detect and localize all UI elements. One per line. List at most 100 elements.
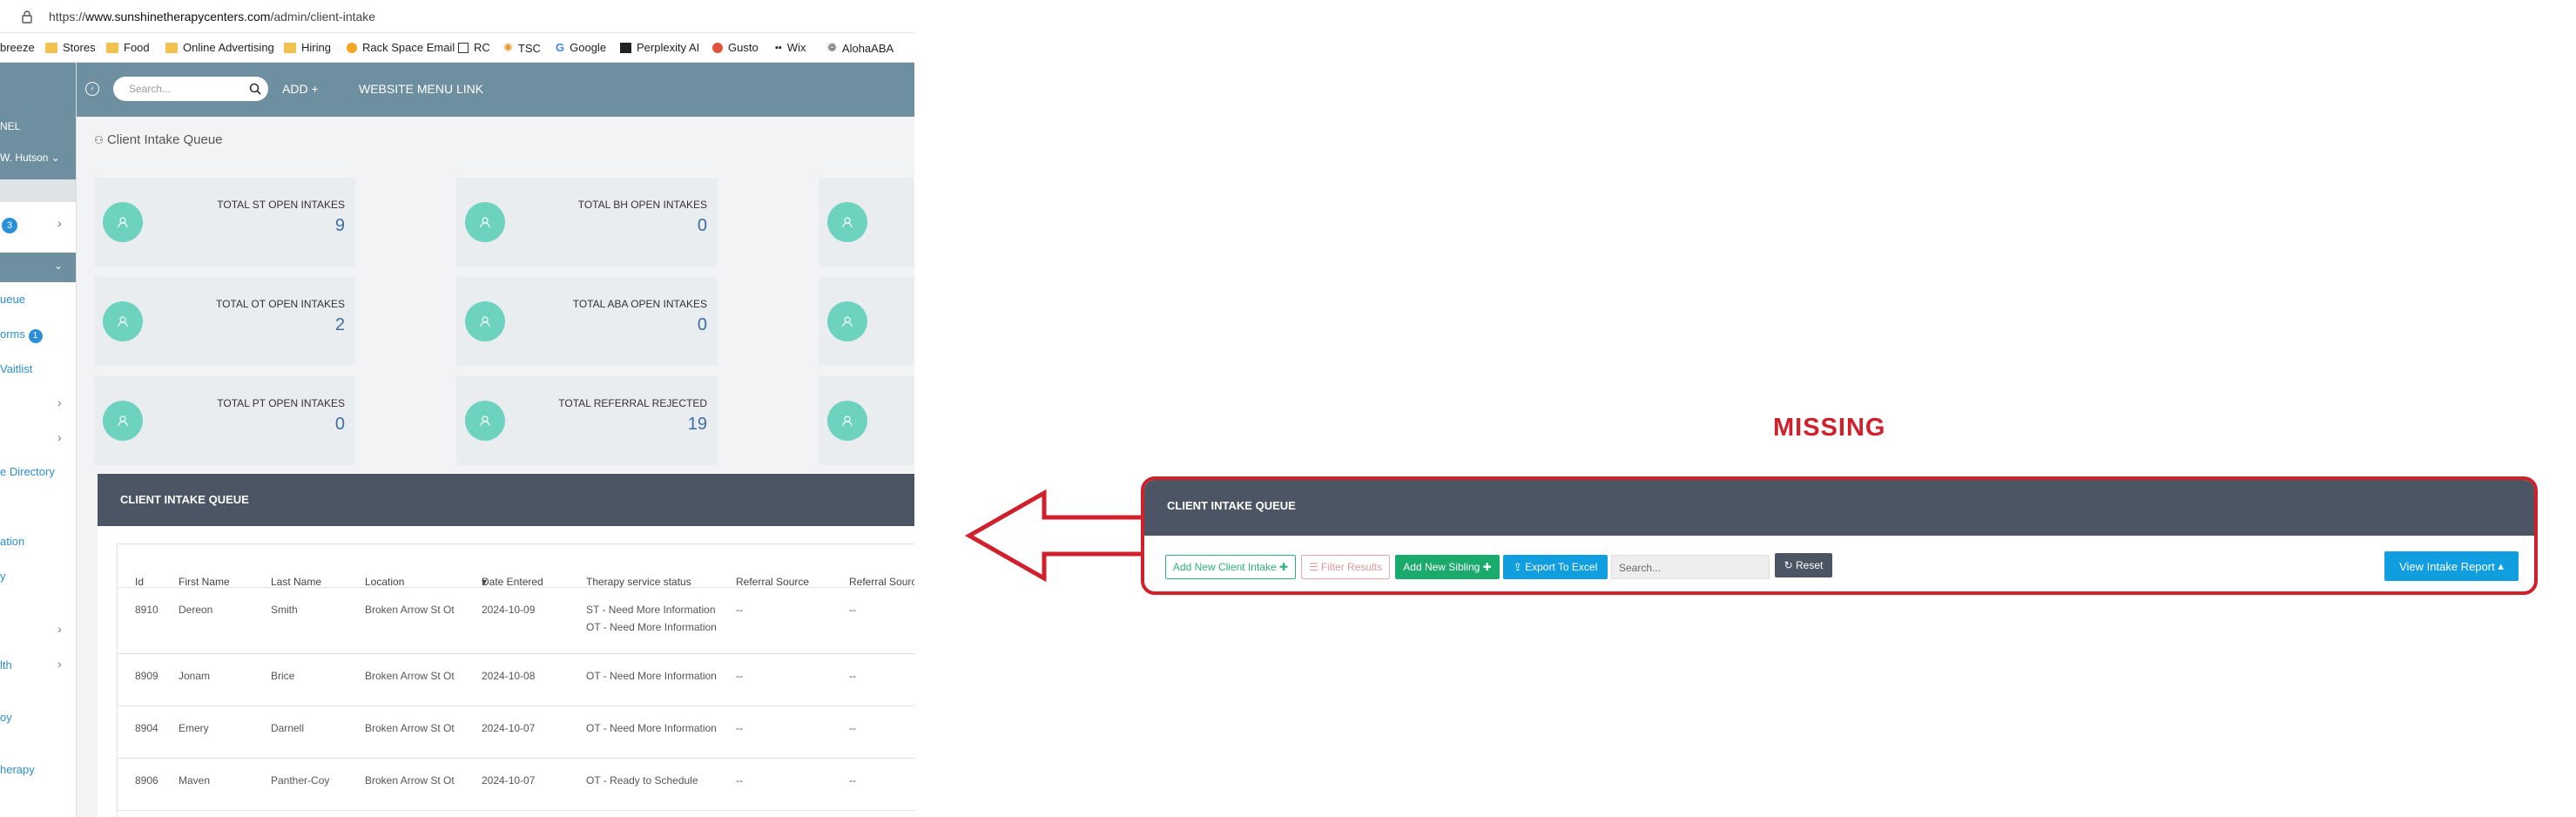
stat-card-bh: TOTAL BH OPEN INTAKES 0 <box>456 178 718 267</box>
bookmark-perplexity[interactable]: Perplexity AI <box>620 41 699 54</box>
bookmark-alohaaba[interactable]: ❁ AlohaABA <box>827 41 894 55</box>
website-menu-link[interactable]: WEBSITE MENU LINK <box>359 82 483 96</box>
search-input[interactable]: Search... <box>1611 555 1770 579</box>
stat-value: 0 <box>697 216 707 235</box>
reset-button[interactable]: ↻ Reset <box>1775 553 1832 577</box>
col-label: Referral Sourc <box>849 576 914 588</box>
browser-address-bar[interactable]: https://www.sunshinetherapycenters.com/a… <box>0 0 914 33</box>
bookmark-wix[interactable]: ▪▪ Wix <box>775 41 806 54</box>
cell-last: Brice <box>271 670 295 682</box>
cell-status-2: OT - Need More Information <box>586 621 717 633</box>
url-domain: www.sunshinetherapycenters.com <box>85 10 271 24</box>
bookmark-stores[interactable]: Stores <box>45 41 96 54</box>
user-name: W. Hutson <box>0 152 49 164</box>
bookmark-food[interactable]: Food <box>106 41 150 54</box>
plus-icon: + <box>311 82 319 96</box>
cell-referral-2: -- <box>849 774 856 787</box>
user-menu[interactable]: W. Hutson ⌄ <box>0 152 60 164</box>
queue-header: CLIENT INTAKE QUEUE <box>98 474 914 526</box>
bookmark-label: breeze <box>0 41 35 54</box>
table-row[interactable]: 8909 Jonam Brice Broken Arrow St Ot 2024… <box>118 654 914 706</box>
filter-results-button[interactable]: ☰ Filter Results <box>1301 555 1390 579</box>
cell-status: ST - Need More Information <box>586 604 716 616</box>
bookmark-rackspace[interactable]: Rack Space Email <box>347 41 455 54</box>
bookmark-rc[interactable]: RC <box>458 41 490 54</box>
user-icon <box>103 401 143 441</box>
view-intake-report-button[interactable]: View Intake Report ▴ <box>2384 551 2519 581</box>
cell-date: 2024-10-07 <box>482 722 536 734</box>
cell-date: 2024-10-07 <box>482 774 536 787</box>
queue-header-title: CLIENT INTAKE QUEUE <box>120 493 249 506</box>
sidebar-item-health[interactable]: lth › <box>0 657 76 672</box>
cell-first: Emery <box>179 722 209 734</box>
col-label: Therapy service status <box>586 576 691 588</box>
sidebar-item-oy[interactable]: oy <box>0 711 12 724</box>
sidebar-item-therapy[interactable]: herapy <box>0 763 35 776</box>
caret-up-icon: ▴ <box>2498 559 2504 572</box>
stat-card-partial <box>819 277 914 366</box>
sidebar-item-ation[interactable]: ation <box>0 535 24 548</box>
sidebar-item-directory[interactable]: e Directory <box>0 465 55 478</box>
arrow-left-icon <box>964 489 1169 583</box>
chevron-right-icon[interactable]: › <box>57 622 62 636</box>
bookmark-label: Rack Space Email <box>362 41 455 54</box>
button-label: Export To Excel <box>1525 561 1598 573</box>
sidebar-item-intake-queue[interactable]: ueue <box>0 293 25 306</box>
collapse-icon[interactable]: ‹ <box>85 82 99 96</box>
cell-id: 8910 <box>135 604 158 616</box>
queue-header: CLIENT INTAKE QUEUE <box>1144 480 2534 536</box>
table-row[interactable]: 8910 Dereon Smith Broken Arrow St Ot 202… <box>118 588 914 654</box>
sidebar-section-active[interactable]: ⌄ <box>0 253 76 282</box>
sidebar-item-y[interactable]: y <box>0 570 6 583</box>
bookmark-online-advertising[interactable]: Online Advertising <box>165 41 274 54</box>
sidebar-item-forms[interactable]: orms 1 <box>0 327 43 343</box>
missing-label: MISSING <box>1773 414 1886 442</box>
cell-location: Broken Arrow St Ot <box>365 670 455 682</box>
bookmark-label: Online Advertising <box>183 41 274 54</box>
search-input[interactable]: Search... <box>113 77 268 101</box>
cell-date: 2024-10-09 <box>482 604 536 616</box>
gusto-icon <box>712 42 723 53</box>
col-label: Id <box>135 576 145 588</box>
bookmark-tsc[interactable]: ✺ TSC <box>503 41 541 55</box>
bookmark-hiring[interactable]: Hiring <box>284 41 331 54</box>
sidebar-item-waitlist[interactable]: Vaitlist <box>0 362 32 375</box>
chevron-right-icon[interactable]: › <box>57 395 62 409</box>
page-title-text: Client Intake Queue <box>106 132 223 147</box>
cell-last: Panther-Coy <box>271 774 330 787</box>
stat-value: 2 <box>334 315 345 334</box>
button-label: View Intake Report <box>2399 559 2495 573</box>
bookmark-label: Hiring <box>301 41 331 54</box>
sidebar-header: NEL W. Hutson ⌄ <box>0 63 76 179</box>
table-row[interactable]: 8906 Maven Panther-Coy Broken Arrow St O… <box>118 759 914 811</box>
col-label: Last Name <box>271 576 322 588</box>
export-icon: ⇪ <box>1513 561 1522 573</box>
stat-label: TOTAL BH OPEN INTAKES <box>577 199 707 211</box>
bookmark-label: RC <box>474 41 490 54</box>
search-icon[interactable] <box>249 83 261 95</box>
user-icon <box>465 401 505 441</box>
add-menu[interactable]: ADD + <box>282 82 319 96</box>
cell-last: Smith <box>271 604 298 616</box>
table-row[interactable]: 8904 Emery Darnell Broken Arrow St Ot 20… <box>118 706 914 759</box>
cell-first: Maven <box>179 774 211 787</box>
chevron-right-icon[interactable]: › <box>57 430 62 444</box>
bookmark-gusto[interactable]: Gusto <box>712 41 759 54</box>
stat-card-st: TOTAL ST OPEN INTAKES 9 <box>94 178 355 267</box>
stat-card-ot: TOTAL OT OPEN INTAKES 2 <box>94 277 355 366</box>
add-sibling-button[interactable]: Add New Sibling ✚ <box>1395 555 1500 579</box>
url-text[interactable]: https://www.sunshinetherapycenters.com/a… <box>49 10 375 24</box>
sidebar-item-label: lth <box>0 658 12 672</box>
cell-id: 8909 <box>135 670 158 682</box>
sidebar-item-top[interactable]: 3 › <box>0 216 76 242</box>
cell-referral: -- <box>736 722 743 734</box>
bookmark-breeze[interactable]: breeze <box>0 41 35 54</box>
bookmark-google[interactable]: G Google <box>556 41 606 54</box>
stat-label: TOTAL ABA OPEN INTAKES <box>572 298 707 310</box>
user-icon <box>827 301 867 341</box>
user-icon <box>827 401 867 441</box>
export-excel-button[interactable]: ⇪ Export To Excel <box>1503 555 1608 579</box>
bookmark-label: Food <box>124 41 150 54</box>
add-client-intake-button[interactable]: Add New Client Intake ✚ <box>1165 555 1296 579</box>
url-path: /admin/client-intake <box>270 10 376 24</box>
